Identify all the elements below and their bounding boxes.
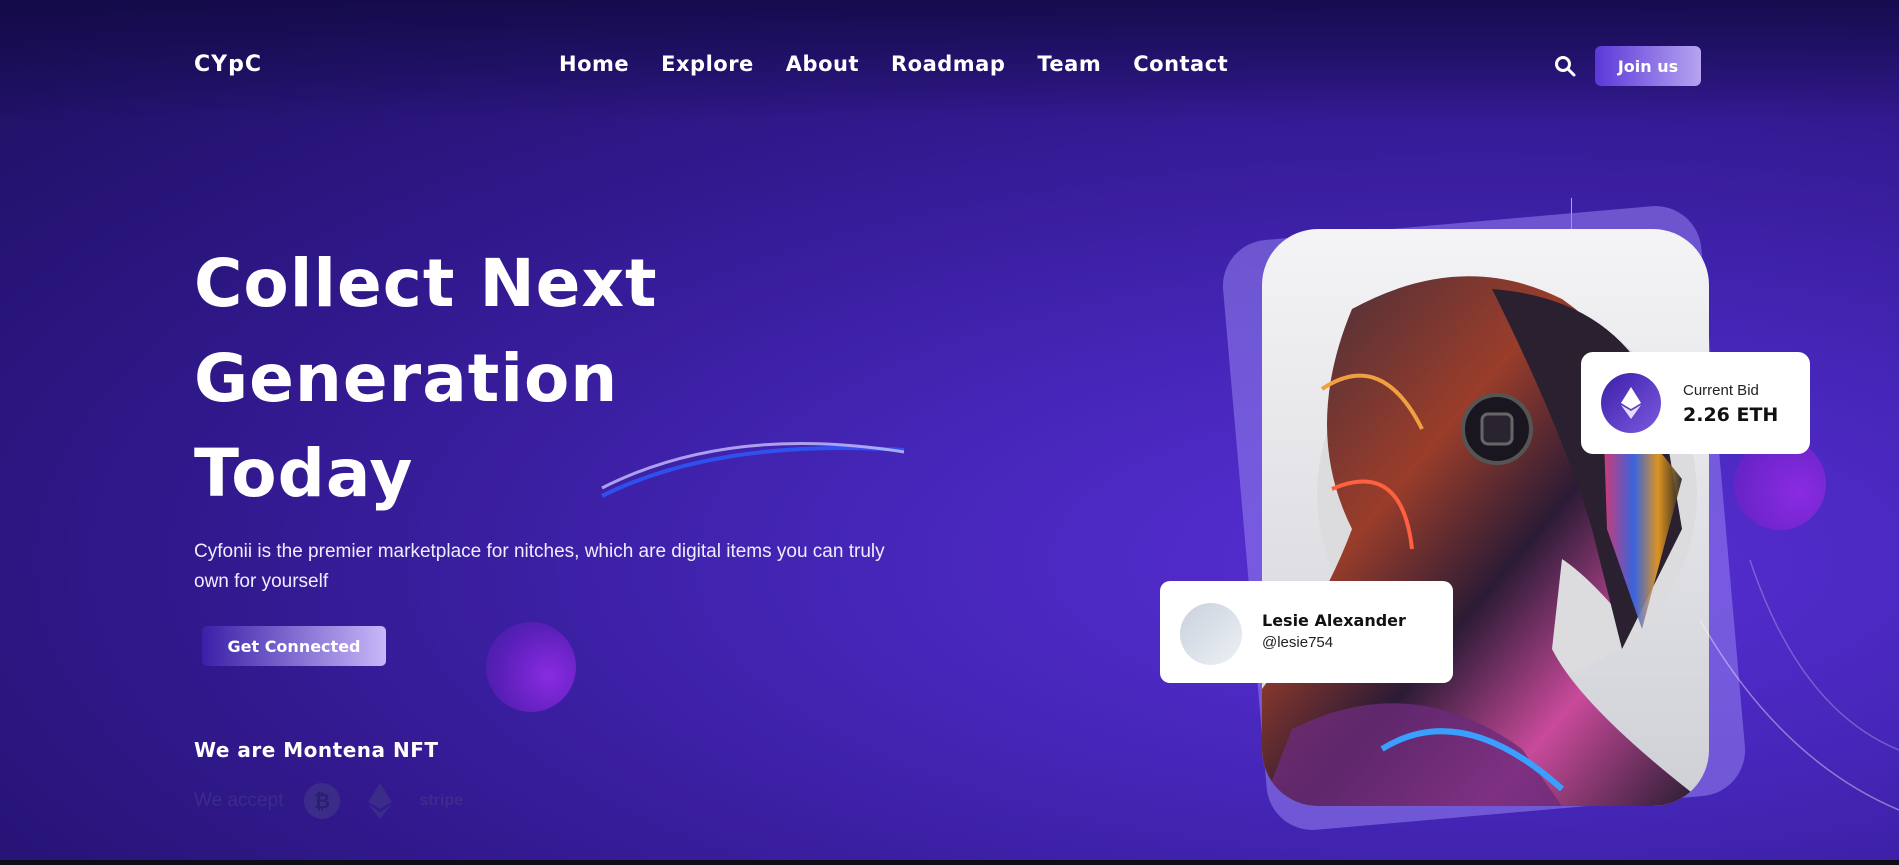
creator-name: Lesie Alexander: [1262, 611, 1406, 630]
creator-handle: @lesie754: [1262, 634, 1334, 651]
nav-explore[interactable]: Explore: [661, 52, 754, 76]
join-us-button[interactable]: Join us: [1595, 46, 1701, 86]
nav-about[interactable]: About: [786, 52, 859, 76]
decorative-swoosh: [601, 442, 905, 498]
current-bid-label: Current Bid: [1683, 382, 1759, 399]
get-connected-button[interactable]: Get Connected: [202, 626, 386, 666]
site-logo[interactable]: CYpC: [194, 52, 262, 77]
brand-subheading: We are Montena NFT: [194, 738, 439, 762]
nav-roadmap[interactable]: Roadmap: [891, 52, 1005, 76]
headline-line-2: Generation: [194, 340, 619, 417]
creator-card[interactable]: Lesie Alexander @lesie754: [1160, 581, 1453, 683]
current-bid-card: Current Bid 2.26 ETH: [1581, 352, 1810, 454]
payment-methods: We accept ₿ stripe: [194, 782, 463, 820]
bottom-edge: [0, 860, 1899, 865]
accept-label: We accept: [194, 790, 284, 811]
hero-description: Cyfonii is the premier marketplace for n…: [194, 541, 885, 592]
current-bid-value: 2.26 ETH: [1683, 404, 1779, 426]
avatar: [1180, 603, 1242, 665]
bitcoin-icon: ₿: [303, 782, 341, 820]
nav-contact[interactable]: Contact: [1133, 52, 1228, 76]
ethereum-icon: [361, 782, 399, 820]
svg-text:₿: ₿: [314, 789, 330, 813]
ethereum-icon: [1601, 373, 1661, 433]
main-nav: Home Explore About Roadmap Team Contact: [559, 52, 1228, 76]
stripe-logo: stripe: [419, 792, 463, 809]
nft-artwork[interactable]: [1262, 229, 1709, 806]
robot-illustration: [1262, 276, 1709, 806]
headline-line-1: Collect Next: [194, 245, 658, 322]
decorative-orb: [486, 622, 576, 712]
nav-home[interactable]: Home: [559, 52, 629, 76]
search-icon[interactable]: [1554, 55, 1576, 77]
decorative-arcs: [1700, 560, 1899, 811]
nav-team[interactable]: Team: [1037, 52, 1101, 76]
